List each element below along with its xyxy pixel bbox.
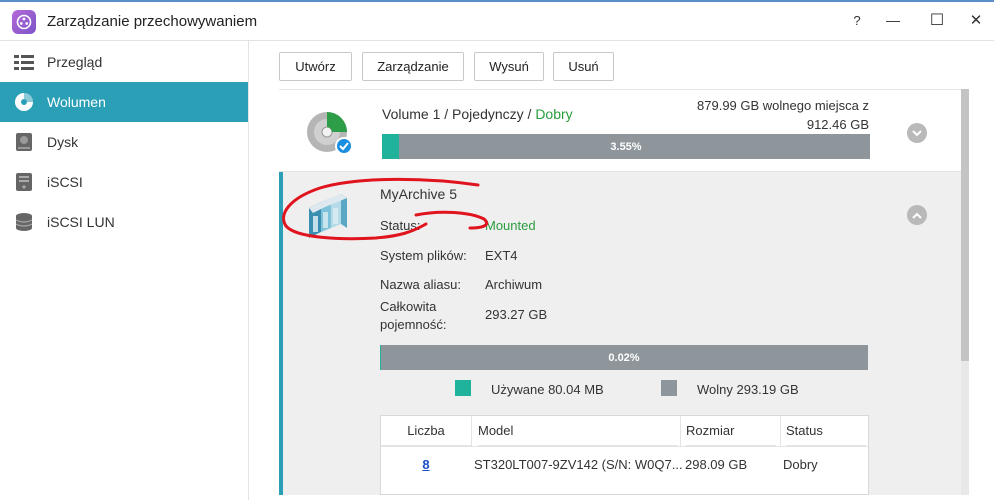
- disk-number-cell: 8: [381, 457, 471, 472]
- volume-list: Volume 1 / Pojedynczy / Dobry 879.99 GB …: [279, 89, 969, 495]
- volume-list-scrollbar[interactable]: [961, 89, 969, 495]
- volume-title: Volume 1 / Pojedynczy / Dobry: [382, 106, 573, 122]
- capacity-value: 293.27 GB: [485, 307, 548, 322]
- status-label: Status:: [380, 218, 421, 233]
- close-button[interactable]: ✕: [962, 8, 990, 32]
- disk-icon: [14, 132, 34, 152]
- sidebar-item-iscsi-lun[interactable]: iSCSI LUN: [0, 202, 248, 242]
- storage-manager-app-icon: [12, 10, 36, 34]
- disk-model-cell: ST320LT007-9ZV142 (S/N: W0Q7...: [474, 457, 683, 472]
- volume-disc-icon: [305, 112, 353, 156]
- volume-usage-fill: [382, 134, 400, 159]
- sidebar-item-label: Przegląd: [47, 54, 103, 70]
- collapse-archive-button[interactable]: [907, 205, 927, 225]
- volume-card[interactable]: Volume 1 / Pojedynczy / Dobry 879.99 GB …: [279, 90, 969, 172]
- main-content: Utwórz Zarządzanie Wysuń Usuń Volume 1 /…: [250, 41, 994, 500]
- disk-size-cell: 298.09 GB: [685, 457, 748, 472]
- table-header-number[interactable]: Liczba: [381, 416, 471, 446]
- table-header-model[interactable]: Model: [478, 416, 678, 446]
- minimize-button[interactable]: —: [879, 8, 907, 32]
- sidebar-item-label: iSCSI LUN: [47, 214, 115, 230]
- iscsi-icon: [14, 172, 34, 192]
- sidebar-item-label: Wolumen: [47, 94, 106, 110]
- sidebar-item-label: iSCSI: [47, 174, 83, 190]
- archive-volume-icon: [305, 194, 349, 238]
- archive-title: MyArchive 5: [380, 186, 458, 202]
- volume-status: Dobry: [535, 106, 573, 122]
- column-divider: [780, 416, 781, 446]
- eject-button[interactable]: Wysuń: [474, 52, 544, 81]
- alias-label: Nazwa aliasu:: [380, 277, 461, 292]
- volume-type: Pojedynczy: [452, 106, 524, 122]
- disk-number-link[interactable]: 8: [422, 457, 429, 472]
- volume-usage-bar: 3.55%: [382, 134, 870, 159]
- header-divider: [381, 446, 868, 447]
- chevron-down-icon: [912, 129, 922, 136]
- table-header-status[interactable]: Status: [786, 416, 866, 446]
- column-divider: [680, 416, 681, 446]
- disk-status-cell: Dobry: [783, 457, 818, 472]
- filesystem-value: EXT4: [485, 248, 518, 263]
- volume-icon: [14, 92, 34, 112]
- title-bar: Zarządzanie przechowywaniem ? — ☐ ✕: [0, 0, 994, 41]
- disk-table: Liczba Model Rozmiar Status 8 ST320LT007…: [380, 415, 869, 495]
- sidebar-item-disk[interactable]: Dysk: [0, 122, 248, 162]
- title-separator: /: [440, 106, 453, 122]
- sidebar-item-overview[interactable]: Przegląd: [0, 42, 248, 82]
- maximize-icon: ☐: [929, 12, 945, 29]
- volume-name: Volume 1: [382, 106, 441, 122]
- column-divider: [471, 416, 472, 446]
- free-space-line: 879.99 GB wolnego miejsca z: [697, 98, 869, 113]
- help-button[interactable]: ?: [843, 8, 871, 32]
- sidebar-item-volume[interactable]: Wolumen: [0, 82, 248, 122]
- manage-button[interactable]: Zarządzanie: [362, 52, 464, 81]
- delete-button[interactable]: Usuń: [553, 52, 614, 81]
- expand-volume-button[interactable]: [907, 123, 927, 143]
- capacity-label: Całkowita pojemność:: [380, 298, 446, 334]
- capacity-label-line: Całkowita: [380, 299, 437, 314]
- window-title: Zarządzanie przechowywaniem: [47, 13, 258, 30]
- minimize-icon: —: [886, 12, 900, 28]
- scrollbar-thumb[interactable]: [961, 89, 969, 361]
- free-legend-swatch: [661, 380, 677, 396]
- free-legend-label: Wolny 293.19 GB: [697, 382, 799, 397]
- archive-usage-bar: 0.02%: [380, 345, 868, 370]
- sidebar-item-iscsi[interactable]: iSCSI: [0, 162, 248, 202]
- volume-free-space: 879.99 GB wolnego miejsca z 912.46 GB: [679, 96, 869, 134]
- iscsi-lun-icon: [14, 212, 34, 232]
- sidebar: Przegląd Wolumen Dysk iSCSI iSCSI LUN: [0, 41, 249, 500]
- sidebar-item-label: Dysk: [47, 134, 79, 150]
- used-legend-swatch: [455, 380, 471, 396]
- total-space-line: 912.46 GB: [806, 117, 869, 132]
- used-legend-label: Używane 80.04 MB: [491, 382, 604, 397]
- chevron-up-icon: [912, 212, 922, 219]
- alias-value: Archiwum: [485, 277, 543, 292]
- table-header-size[interactable]: Rozmiar: [686, 416, 776, 446]
- overview-icon: [14, 52, 34, 72]
- archive-card[interactable]: MyArchive 5 Status: Mounted System plikó…: [279, 172, 969, 495]
- help-icon: ?: [853, 12, 861, 28]
- title-separator: /: [523, 106, 536, 122]
- create-button[interactable]: Utwórz: [279, 52, 352, 81]
- filesystem-label: System plików:: [380, 248, 467, 263]
- volume-usage-label: 3.55%: [610, 140, 642, 153]
- status-value: Mounted: [485, 218, 536, 233]
- close-icon: ✕: [969, 12, 983, 29]
- archive-usage-label: 0.02%: [608, 351, 640, 364]
- maximize-button[interactable]: ☐: [923, 8, 951, 32]
- capacity-label-line: pojemność:: [380, 317, 447, 332]
